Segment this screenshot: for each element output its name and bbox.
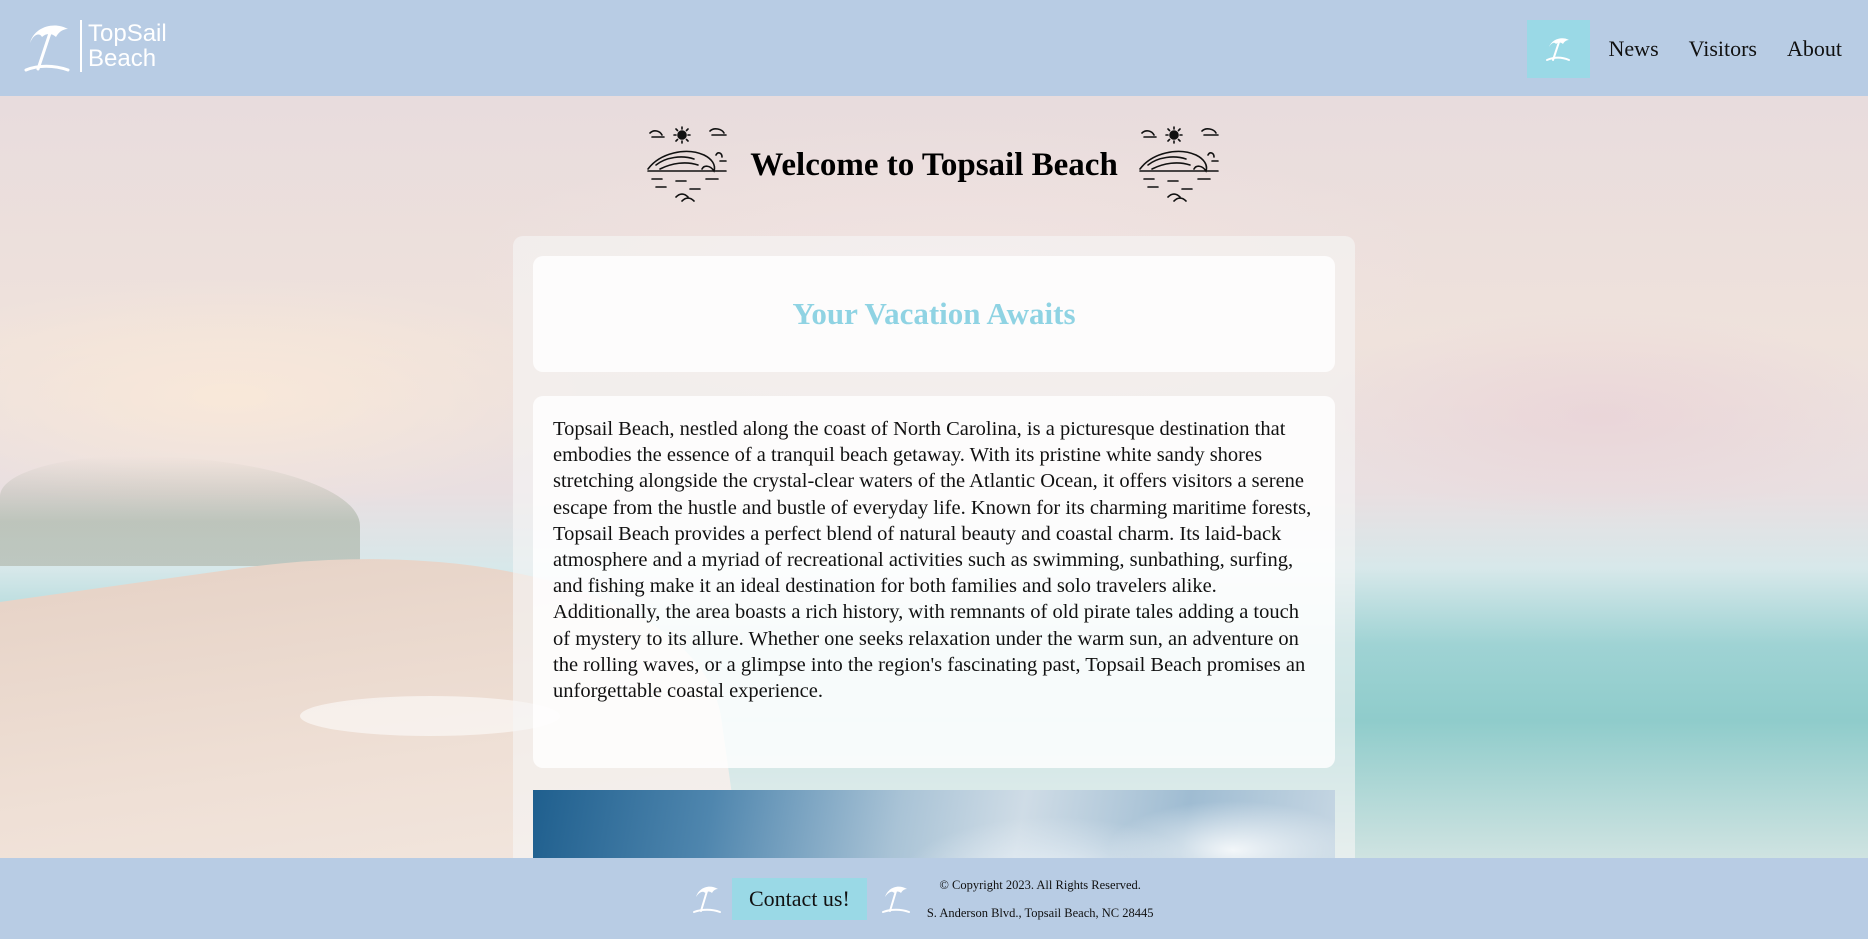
footer-info: © Copyright 2023. All Rights Reserved. S… — [927, 871, 1154, 927]
logo-line-2: Beach — [88, 45, 157, 72]
logo-text: TopSail Beach — [88, 21, 167, 71]
logo-line-1: TopSail — [88, 20, 167, 47]
title-row: Welcome to Topsail Beach — [0, 125, 1868, 205]
description-text: Topsail Beach, nestled along the coast o… — [553, 418, 1312, 703]
section-subtitle: Your Vacation Awaits — [792, 296, 1076, 331]
site-logo[interactable]: TopSail Beach — [24, 18, 167, 74]
copyright-text: © Copyright 2023. All Rights Reserved. — [939, 878, 1141, 892]
beach-umbrella-icon — [881, 886, 910, 913]
description-card: Topsail Beach, nestled along the coast o… — [533, 396, 1335, 768]
contact-button[interactable]: Contact us! — [732, 878, 867, 920]
footer-content: Contact us! © Copyright 2023. All Rights… — [692, 877, 1154, 921]
beach-umbrella-icon — [24, 25, 70, 72]
beach-umbrella-icon — [693, 886, 721, 913]
main-nav: News Visitors About — [1526, 19, 1868, 79]
address-text: S. Anderson Blvd., Topsail Beach, NC 284… — [926, 906, 1154, 920]
palm-trees-shape — [0, 456, 360, 566]
sun-wave-icon — [1138, 126, 1219, 202]
logo-divider — [80, 20, 82, 72]
sun-wave-icon — [647, 126, 728, 202]
site-footer: Contact us! © Copyright 2023. All Rights… — [0, 858, 1868, 939]
site-header: TopSail Beach News Visitors About — [0, 0, 1868, 96]
nav-home-button[interactable] — [1526, 20, 1590, 78]
nav-link-about[interactable]: About — [1787, 36, 1842, 62]
content-panel: Your Vacation Awaits Topsail Beach, nest… — [513, 236, 1355, 876]
subtitle-card: Your Vacation Awaits — [533, 256, 1335, 372]
page-title: Welcome to Topsail Beach — [750, 146, 1118, 183]
nav-link-visitors[interactable]: Visitors — [1689, 36, 1757, 62]
beach-umbrella-icon — [1546, 38, 1571, 61]
nav-link-news[interactable]: News — [1609, 36, 1659, 62]
